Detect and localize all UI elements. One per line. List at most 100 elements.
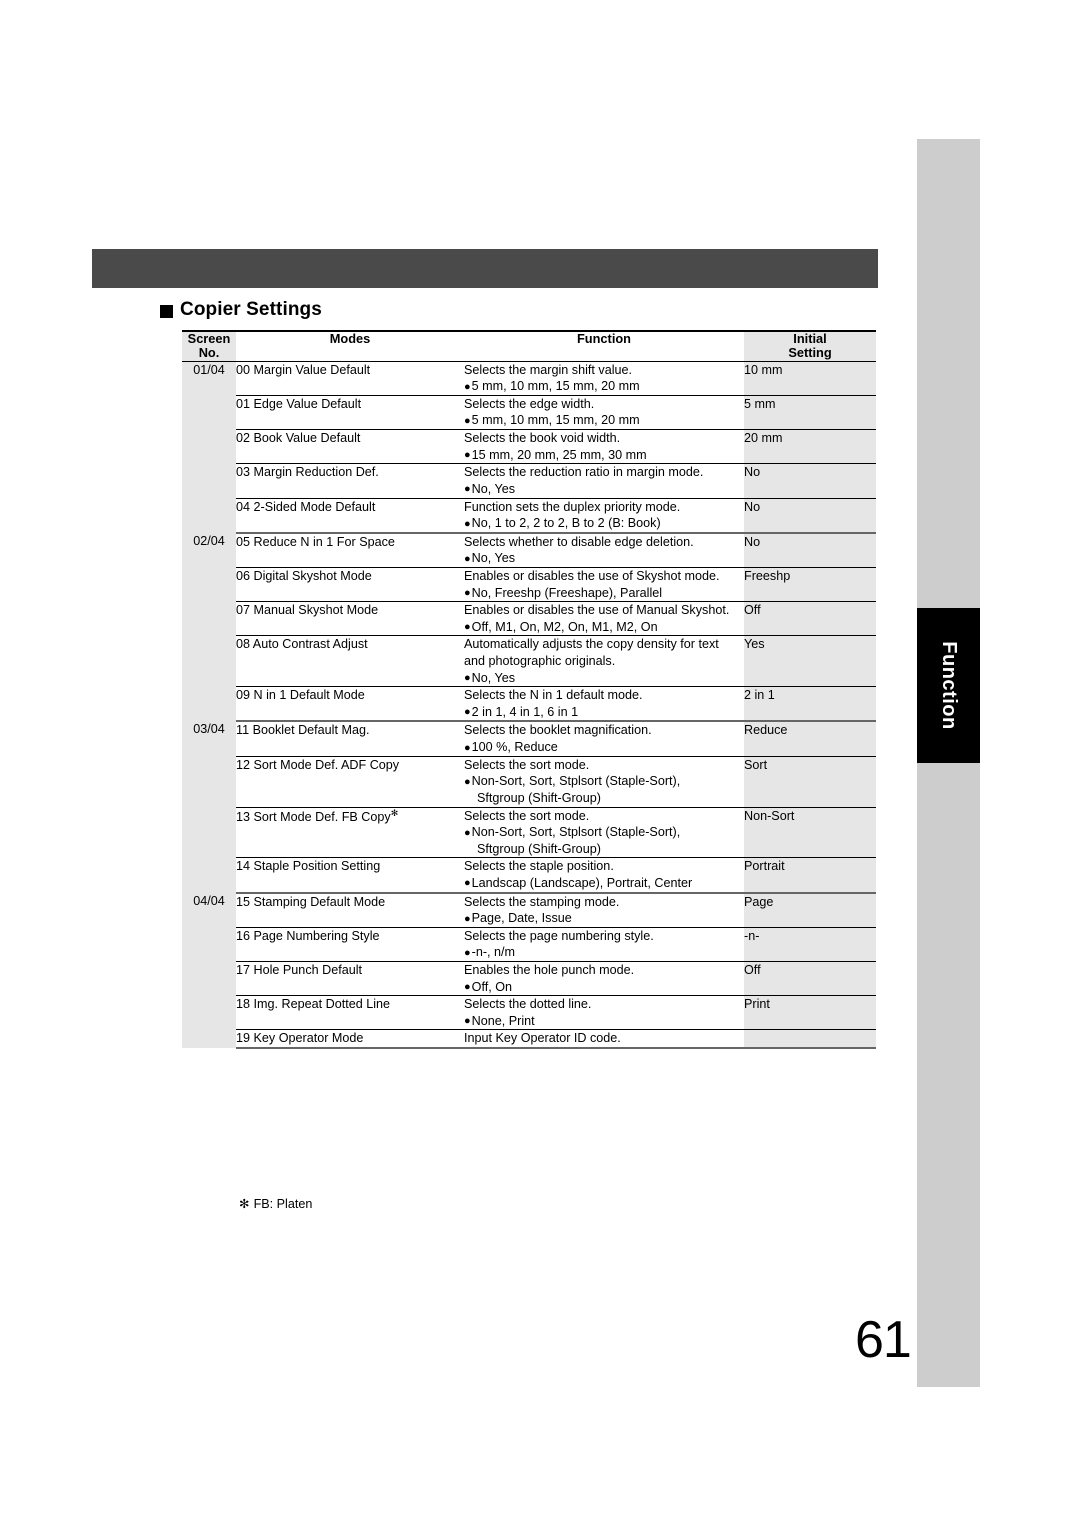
cell-mode: 08 Auto Contrast Adjust [236, 635, 464, 688]
function-option-list-cont: Sftgroup (Shift-Group) [477, 841, 601, 856]
function-description: Automatically adjusts the copy density f… [464, 637, 719, 652]
table-row: 08 Auto Contrast Adjust Automatically adj… [182, 635, 876, 688]
filled-circle-bullet-icon: ● [464, 552, 471, 565]
cell-mode: 04 2-Sided Mode Default [236, 498, 464, 534]
table-row: 09 N in 1 Default Mode Selects the N in 1… [182, 686, 876, 723]
filled-circle-bullet-icon: ● [464, 672, 471, 685]
cell-initial-setting [744, 1029, 876, 1050]
function-description: Input Key Operator ID code. [464, 1031, 621, 1046]
function-option-list: ●No, 1 to 2, 2 to 2, B to 2 (B: Book) [464, 516, 661, 531]
footnote: ✻ FB: Platen [239, 1196, 312, 1211]
cell-initial-setting: Sort [744, 756, 876, 808]
function-option-list: ●15 mm, 20 mm, 25 mm, 30 mm [464, 447, 647, 462]
function-description: Selects the edge width. [464, 396, 595, 411]
filled-circle-bullet-icon: ● [464, 414, 471, 427]
table-row: 02 Book Value Default Selects the book vo… [182, 429, 876, 465]
function-description-cont: and photographic originals. [464, 654, 616, 669]
filled-circle-bullet-icon: ● [464, 912, 471, 925]
copier-settings-table: Screen No. Modes Function Initial Settin… [182, 329, 876, 1050]
table-row: 06 Digital Skyshot Mode Enables or disabl… [182, 567, 876, 603]
function-option-list: ●Non-Sort, Sort, Stplsort (Staple-Sort), [464, 825, 681, 840]
function-option-list-cont: Sftgroup (Shift-Group) [477, 790, 601, 805]
filled-circle-bullet-icon: ● [464, 741, 471, 754]
function-option-list: ●2 in 1, 4 in 1, 6 in 1 [464, 704, 579, 719]
initial-line2: Setting [788, 345, 832, 361]
filled-circle-bullet-icon: ● [464, 826, 471, 839]
function-option-list: ●Landscap (Landscape), Portrait, Center [464, 875, 693, 890]
footnote-reference-mark: ✻ [390, 807, 399, 818]
cell-mode: 07 Manual Skyshot Mode [236, 601, 464, 637]
table-row: 03 Margin Reduction Def. Selects the redu… [182, 463, 876, 499]
cell-function: Enables or disables the use of Skyshot m… [464, 567, 744, 603]
filled-circle-bullet-icon: ● [464, 706, 471, 719]
cell-function: Function sets the duplex priority mode. ●… [464, 498, 744, 534]
cell-function: Selects the sort mode. ●Non-Sort, Sort, S… [464, 756, 744, 808]
cell-initial-setting: Portrait [744, 857, 876, 894]
table-row: 04/04 15 Stamping Default Mode Selects the… [182, 892, 876, 1049]
table-row: 13 Sort Mode Def. FB Copy✻ Selects the so… [182, 807, 876, 859]
table-row: 01/04 00 Margin Value Default Selects the … [182, 361, 876, 533]
cell-initial-setting: No [744, 463, 876, 499]
cell-mode: 11 Booklet Default Mag. [236, 721, 464, 757]
function-option-list: ●No, Freeshp (Freeshape), Parallel [464, 585, 663, 600]
cell-mode: 17 Hole Punch Default [236, 961, 464, 997]
square-bullet-icon [160, 304, 173, 318]
cell-mode: 15 Stamping Default Mode [236, 892, 464, 928]
thumb-index-tab-function[interactable]: Function [917, 608, 980, 763]
cell-initial-setting: 20 mm [744, 429, 876, 465]
column-header-initial-setting: Initial Setting [744, 329, 876, 362]
page-title-label: Copier Settings [180, 299, 322, 320]
filled-circle-bullet-icon: ● [464, 449, 471, 462]
page-number: 61 [855, 1311, 912, 1369]
function-description: Selects whether to disable edge deletion… [464, 534, 694, 549]
function-description: Enables the hole punch mode. [464, 962, 635, 977]
column-header-function: Function [464, 329, 744, 362]
filled-circle-bullet-icon: ● [464, 981, 471, 994]
cell-function: Enables or disables the use of Manual Sk… [464, 601, 744, 637]
function-description: Function sets the duplex priority mode. [464, 499, 681, 514]
table-header: Screen No. Modes Function Initial Settin… [182, 329, 876, 362]
thumb-index-strip [917, 139, 980, 1387]
cell-initial-setting: No [744, 498, 876, 534]
filled-circle-bullet-icon: ● [464, 380, 471, 393]
cell-screen-no: 02/04 [182, 532, 236, 722]
cell-function: Selects the edge width. ●5 mm, 10 mm, 15 … [464, 395, 744, 431]
function-option-list: ●No, Yes [464, 670, 516, 685]
cell-mode: 18 Img. Repeat Dotted Line [236, 995, 464, 1031]
function-option-list: ●No, Yes [464, 551, 516, 566]
function-description: Selects the margin shift value. [464, 362, 632, 377]
cell-initial-setting: Off [744, 601, 876, 637]
function-description: Selects the page numbering style. [464, 928, 654, 943]
column-header-screen-no: Screen No. [182, 329, 236, 362]
function-description: Selects the staple position. [464, 859, 614, 874]
function-option-list: ●Non-Sort, Sort, Stplsort (Staple-Sort), [464, 774, 681, 789]
function-option-list: ●5 mm, 10 mm, 15 mm, 20 mm [464, 413, 640, 428]
filled-circle-bullet-icon: ● [464, 877, 471, 890]
footnote-text: FB: Platen [253, 1197, 313, 1211]
cell-function: Selects the margin shift value. ●5 mm, 10… [464, 361, 744, 396]
footnote-mark-icon: ✻ [239, 1197, 250, 1211]
cell-function: Selects the book void width. ●15 mm, 20 m… [464, 429, 744, 465]
cell-mode: 05 Reduce N in 1 For Space [236, 532, 464, 568]
table-row: 03/04 11 Booklet Default Mag. Selects the … [182, 721, 876, 893]
column-header-modes: Modes [236, 329, 464, 362]
cell-function: Selects the N in 1 default mode. ●2 in 1,… [464, 686, 744, 723]
function-option-list: ●None, Print [464, 1013, 535, 1028]
cell-function: Selects the page numbering style. ●-n-, n… [464, 927, 744, 962]
cell-initial-setting: Reduce [744, 721, 876, 757]
table-body: 01/04 00 Margin Value Default Selects the … [182, 361, 876, 1050]
cell-function: Selects the reduction ratio in margin mo… [464, 463, 744, 499]
cell-mode: 14 Staple Position Setting [236, 857, 464, 894]
page-title: Copier Settings [160, 299, 322, 321]
function-option-list: ●100 %, Reduce [464, 740, 558, 755]
initial-line1: Initial [793, 331, 827, 346]
cell-screen-no: 01/04 [182, 361, 236, 533]
function-description: Selects the sort mode. [464, 808, 590, 823]
function-description: Enables or disables the use of Skyshot m… [464, 568, 720, 583]
function-description: Selects the stamping mode. [464, 894, 620, 909]
cell-function: Input Key Operator ID code. [464, 1029, 744, 1050]
cell-function: Automatically adjusts the copy density f… [464, 635, 744, 688]
screen-no-line2: No. [198, 345, 220, 361]
table-row: 16 Page Numbering Style Selects the page … [182, 927, 876, 962]
table-row: 12 Sort Mode Def. ADF Copy Selects the so… [182, 756, 876, 808]
